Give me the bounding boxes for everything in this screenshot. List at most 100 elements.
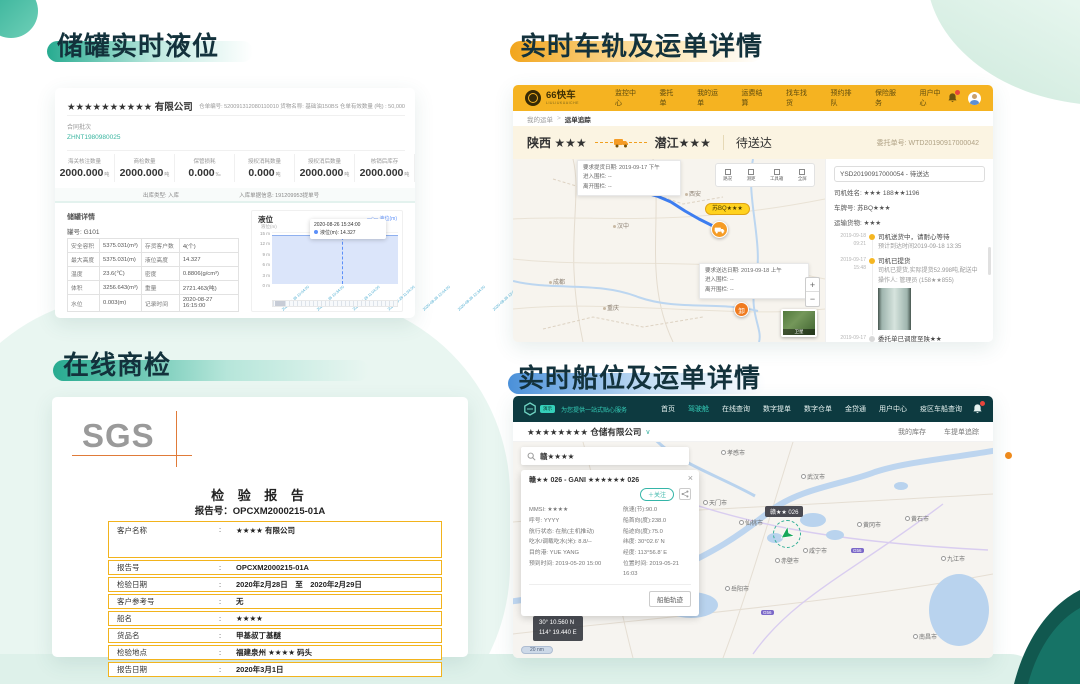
chevron-down-icon[interactable]: ∨ <box>645 428 650 436</box>
y-tick: 6 m <box>253 260 270 270</box>
66kuaiche-logo-icon[interactable] <box>525 90 541 106</box>
table-key: 液位高度 <box>141 253 179 267</box>
y-tick: 3 m <box>253 271 270 281</box>
report-row: 客户名称 : ★★★★ 有限公司 <box>108 521 442 558</box>
ship-search-box[interactable]: 赣★★★★ <box>521 447 689 465</box>
city-label: 黄石市 <box>905 514 929 523</box>
nav-menu-item[interactable]: 运费结算 <box>742 88 769 108</box>
series-dot <box>314 230 318 234</box>
section-title-text: 实时船位及运单详情 <box>518 363 761 393</box>
user-avatar[interactable] <box>968 92 981 105</box>
map-control-button[interactable]: 路况 <box>723 169 732 182</box>
ship-map-label[interactable]: 赣★★ 026 <box>765 506 803 517</box>
table-key: 温度 <box>68 267 100 281</box>
nav-menu-item[interactable]: 用户中心 <box>919 88 946 108</box>
report-number-line: 报告号：OPCXM2000215-01A <box>52 503 468 517</box>
stat-value: 0.000‰ <box>175 167 234 179</box>
table-value: 3256.643(m³) <box>100 281 142 295</box>
breadcrumb-parent[interactable]: 我的运单 <box>527 114 553 124</box>
close-icon[interactable]: × <box>688 473 693 483</box>
field-left: MMSI: ★★★★ <box>529 505 623 516</box>
scrollbar[interactable] <box>988 247 991 275</box>
table-value: 2721.463(吨) <box>179 281 238 295</box>
ship-nav-menu: 首页 驾驶舱 在线查询 数字提单 数字仓单 金贷通 用户中心 疫区车船查询 <box>661 404 962 414</box>
report-number-value: OPCXM2000215-01A <box>233 506 325 517</box>
nav-menu-item[interactable]: 监控中心 <box>615 88 642 108</box>
table-row: 最大高度 5375.031(m) 液位高度 14.327 <box>68 253 239 267</box>
zoom-out-button[interactable]: − <box>806 292 819 306</box>
report-row: 报告号 : OPCXM2000215-01A <box>108 560 442 575</box>
satellite-view-toggle[interactable]: 卫星 <box>781 309 817 337</box>
company-selector[interactable]: ★★★★★★★★ 仓储有限公司 <box>527 426 641 438</box>
demo-badge: 演示 <box>540 405 555 413</box>
delivery-marker[interactable]: 卸 <box>734 302 749 317</box>
route-header: 陕西 ★★★ 潜江★★★ 待送达 委托单号: WTD20190917000042 <box>513 126 993 159</box>
nav-menu-item[interactable]: 在线查询 <box>722 404 750 414</box>
logo-subtitle: LIULIUKUAICHE <box>546 102 579 106</box>
chart-area-series <box>272 235 398 284</box>
ship-position-icon[interactable] <box>780 527 794 541</box>
brush-handle[interactable] <box>275 301 285 306</box>
chart-brush[interactable] <box>272 300 398 307</box>
nav-menu-item[interactable]: 我的运单 <box>697 88 724 108</box>
truck-map[interactable]: 西安汉中成都重庆武汉 要求提货日期: 2019-09-17 下午进入围栏: --… <box>513 159 825 342</box>
proof-photo[interactable] <box>878 288 911 330</box>
truck-position-marker[interactable] <box>711 221 728 238</box>
share-button[interactable] <box>679 488 691 500</box>
control-icon <box>799 169 805 175</box>
nav-menu-item[interactable]: 委托单 <box>659 88 680 108</box>
nav-menu-item[interactable]: 保险服务 <box>875 88 902 108</box>
ship-tracking-panel: 演示 为您提供一站式贴心服务 首页 驾驶舱 在线查询 数字提单 数字仓单 金贷通 用户中心 疫… <box>513 396 993 658</box>
satellite-label: 卫星 <box>783 329 815 335</box>
truck-navbar: 66快车 LIULIUKUAICHE 监控中心委托单我的运单运费结算找车找货预约… <box>513 85 993 111</box>
nav-menu-item[interactable]: 数字仓单 <box>804 404 832 414</box>
report-row-value: ★★★★ 有限公司 <box>236 525 441 536</box>
ship-track-button[interactable]: 船舶轨迹 <box>649 591 691 607</box>
nav-menu-item[interactable]: 驾驶舱 <box>688 404 709 414</box>
table-value: 0.8806(g/cm³) <box>179 267 238 281</box>
sgs-logo-text: SGS <box>82 417 155 454</box>
nav-menu-item[interactable]: 找车找货 <box>786 88 813 108</box>
report-row-value: 福建泉州 ★★★★ 码头 <box>236 647 441 658</box>
control-label: 路况 <box>723 176 732 182</box>
decoration-orange-dot <box>1005 452 1012 459</box>
nav-menu-item[interactable]: 预约排队 <box>831 88 858 108</box>
nav-menu-item[interactable]: 用户中心 <box>879 404 907 414</box>
notification-badge <box>980 401 985 406</box>
ship-navbar: 演示 为您提供一站式贴心服务 首页 驾驶舱 在线查询 数字提单 数字仓单 金贷通 用户中心 疫… <box>513 396 993 422</box>
section-title-truck: 实时车轨及运单详情 <box>520 30 763 62</box>
section-title-tank: 储罐实时液位 <box>57 30 219 62</box>
zoom-in-button[interactable]: + <box>806 278 819 292</box>
plate-label[interactable]: 苏BQ★★★ <box>705 203 750 215</box>
batch-number-link[interactable]: ZHNT1980980025 <box>67 134 120 141</box>
control-label: 测距 <box>747 176 756 182</box>
nav-menu-item[interactable]: 数字提单 <box>763 404 791 414</box>
ship-map[interactable]: 武汉市孝感市黄冈市黄石市天门市仙桃市赤壁市咸宁市岳阳市常德市张家界市九江市南昌市… <box>513 442 993 658</box>
map-control-button[interactable]: 全屏 <box>798 169 807 182</box>
control-label: 全屏 <box>798 176 807 182</box>
chart-tooltip: 2020-08-26 15:34:00 液位(m): 14.327 <box>310 219 386 239</box>
follow-button[interactable]: ＋关注 <box>640 488 674 501</box>
table-value: 0.003(m) <box>100 295 142 312</box>
logo-crosshair-horizontal <box>72 455 192 456</box>
stat-item: 核销后库存 2000.000吨 <box>355 154 415 182</box>
nav-menu-item[interactable]: 首页 <box>661 404 675 414</box>
nav-menu-item[interactable]: 疫区车船查询 <box>920 404 962 414</box>
header-link[interactable]: 我的库存 <box>898 427 926 437</box>
truck-nav-menu: 监控中心委托单我的运单运费结算找车找货预约排队保险服务用户中心 <box>615 88 947 108</box>
map-control-button[interactable]: 测距 <box>747 169 756 182</box>
bell-icon[interactable] <box>972 403 983 415</box>
header-link[interactable]: 车提单追踪 <box>944 427 979 437</box>
field-right: 航速(节):90.0 <box>623 505 691 516</box>
map-control-button[interactable]: 工具箱 <box>770 169 784 182</box>
report-row-colon: : <box>204 580 236 589</box>
section-title-text: 在线商检 <box>63 350 171 380</box>
field-right: 船首向(度):238.0 <box>623 516 691 527</box>
waybill-select[interactable]: YSD20190917000054 - 待送达 <box>834 166 985 182</box>
bell-icon[interactable] <box>947 92 958 104</box>
nav-menu-item[interactable]: 金贷通 <box>845 404 866 414</box>
platform-logo[interactable]: 演示 为您提供一站式贴心服务 <box>523 402 627 416</box>
control-icon <box>774 169 780 175</box>
city-label: 咸宁市 <box>803 546 827 555</box>
waybill-timeline: 2019-09-1809:21 司机送货中，请耐心等待 预计到达时间2019-0… <box>834 233 985 342</box>
